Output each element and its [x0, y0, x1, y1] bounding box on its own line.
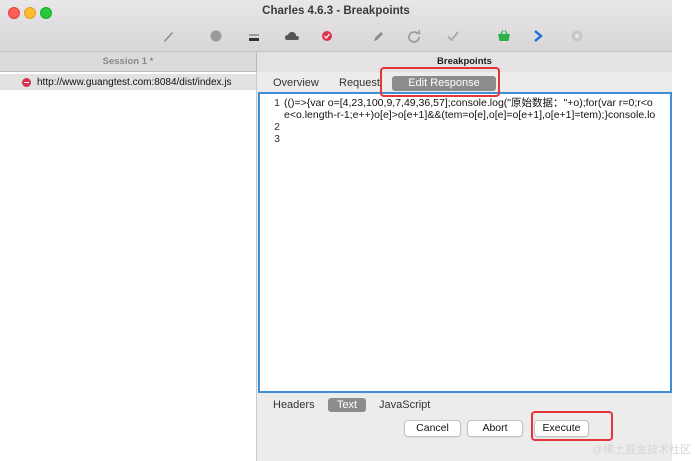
- charles-window: Charles 4.6.3 - Breakpoints Session 1 * …: [0, 0, 672, 461]
- tab-javascript[interactable]: JavaScript: [379, 398, 430, 412]
- breakpoint-icon: [22, 77, 31, 87]
- breakpoint-icon[interactable]: [319, 28, 335, 44]
- edit-icon[interactable]: [370, 28, 386, 44]
- code-line[interactable]: [284, 121, 655, 133]
- window-title: Charles 4.6.3 - Breakpoints: [262, 5, 410, 17]
- line-number: 2: [274, 121, 280, 133]
- refresh-icon[interactable]: [406, 28, 422, 44]
- tab-session[interactable]: Session 1 *: [0, 52, 257, 72]
- request-list-pane: http://www.guangtest.com:8084/dist/index…: [0, 72, 257, 461]
- list-item[interactable]: http://www.guangtest.com:8084/dist/index…: [0, 74, 256, 90]
- response-editor[interactable]: 1 2 3 (()=>{var o=[4,23,100,9,7,49,36,57…: [258, 92, 672, 393]
- line-number-gutter: 1 2 3: [260, 97, 280, 145]
- forward-icon[interactable]: [530, 28, 546, 44]
- line-number: 3: [274, 133, 280, 145]
- record-icon[interactable]: [208, 28, 224, 44]
- edit-response-highlight: [380, 67, 500, 97]
- check-icon[interactable]: [445, 28, 461, 44]
- code-line[interactable]: (()=>{var o=[4,23,100,9,7,49,36,57];cons…: [284, 97, 655, 109]
- code-line[interactable]: e<o.length-r-1;e++)o[e]>o[e+1]&&(tem=o[e…: [284, 109, 655, 121]
- watermark: @稀土掘金技术社区: [591, 444, 691, 456]
- line-number: 1: [274, 97, 280, 109]
- tab-headers[interactable]: Headers: [273, 398, 315, 412]
- request-url: http://www.guangtest.com:8084/dist/index…: [37, 76, 232, 88]
- session-tab-strip: Session 1 * Breakpoints: [0, 52, 672, 72]
- tab-overview[interactable]: Overview: [273, 77, 319, 89]
- abort-button[interactable]: Abort: [467, 420, 523, 437]
- cloud-icon[interactable]: [284, 28, 300, 44]
- tab-text[interactable]: Text: [328, 398, 366, 412]
- cancel-button[interactable]: Cancel: [404, 420, 461, 437]
- pen-icon[interactable]: [160, 28, 176, 44]
- code-text[interactable]: (()=>{var o=[4,23,100,9,7,49,36,57];cons…: [284, 97, 655, 145]
- line-number: [260, 109, 280, 121]
- code-line[interactable]: [284, 133, 655, 145]
- basket-icon[interactable]: [496, 28, 512, 44]
- title-bar: Charles 4.6.3 - Breakpoints: [0, 0, 672, 52]
- tab-request[interactable]: Request: [339, 77, 380, 89]
- throttle-icon[interactable]: [246, 28, 262, 44]
- execute-highlight: [531, 411, 613, 441]
- breakpoint-detail-pane: Overview Request Edit Response 1 2 3 (()…: [258, 72, 672, 461]
- settings-icon[interactable]: [569, 28, 585, 44]
